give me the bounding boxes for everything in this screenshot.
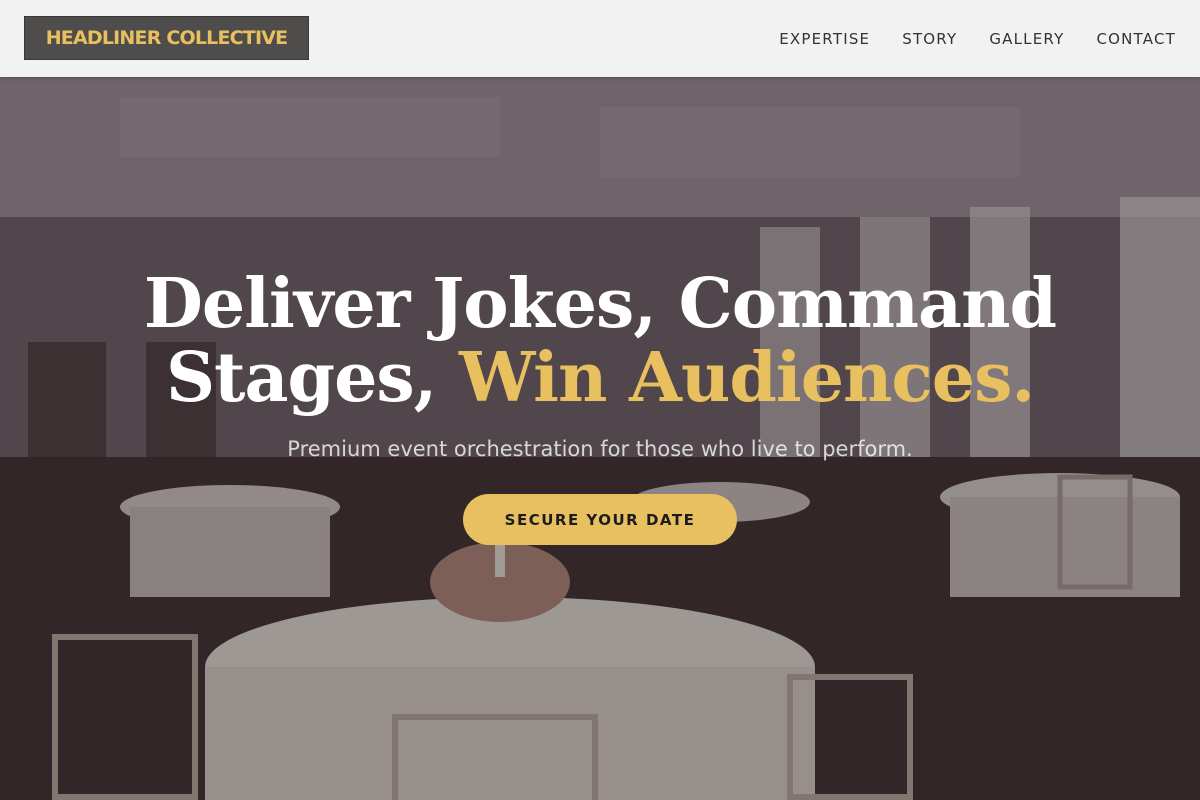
nav-link-expertise[interactable]: EXPERTISE bbox=[779, 30, 870, 48]
hero-section: Deliver Jokes, Command Stages, Win Audie… bbox=[0, 77, 1200, 800]
brand-logo[interactable]: HEADLINER COLLECTIVE bbox=[24, 16, 309, 60]
nav-links: EXPERTISE STORY GALLERY CONTACT bbox=[779, 0, 1176, 77]
hero-subtitle: Premium event orchestration for those wh… bbox=[287, 437, 913, 461]
headline-line-1: Deliver Jokes, Command bbox=[143, 264, 1057, 344]
nav-link-gallery[interactable]: GALLERY bbox=[989, 30, 1064, 48]
nav-link-story[interactable]: STORY bbox=[902, 30, 957, 48]
secure-date-button[interactable]: SECURE YOUR DATE bbox=[463, 494, 737, 545]
top-navbar: HEADLINER COLLECTIVE EXPERTISE STORY GAL… bbox=[0, 0, 1200, 77]
headline-line-2-plain: Stages, bbox=[165, 338, 437, 418]
nav-link-contact[interactable]: CONTACT bbox=[1096, 30, 1176, 48]
headline-line-2-accent: Win Audiences. bbox=[459, 338, 1035, 418]
hero-headline: Deliver Jokes, Command Stages, Win Audie… bbox=[0, 267, 1200, 415]
